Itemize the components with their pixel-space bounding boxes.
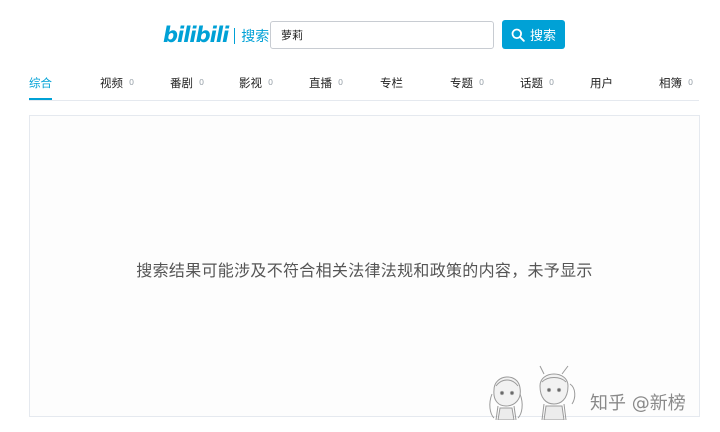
logo-divider (234, 28, 236, 44)
tab-count: 0 (268, 78, 274, 87)
tab-video[interactable]: 视频 0 (100, 66, 134, 99)
bilibili-search-logo[interactable]: bilibili 搜索 (163, 24, 269, 46)
tab-label: 专题 (450, 75, 473, 90)
tab-label: 用户 (590, 75, 613, 90)
search-input[interactable] (271, 22, 493, 48)
tab-film[interactable]: 影视 0 (239, 66, 273, 99)
zhihu-watermark: 知乎 @新榜 (590, 393, 686, 414)
header: bilibili 搜索 搜索 (0, 0, 720, 62)
tab-topic[interactable]: 话题 0 (520, 66, 554, 99)
search-button[interactable]: 搜索 (502, 20, 565, 49)
tab-count: 0 (129, 78, 135, 87)
tab-count: 0 (338, 78, 344, 87)
tab-all[interactable]: 综合 (29, 66, 52, 100)
tab-label: 相簿 (659, 75, 682, 90)
tab-album[interactable]: 相簿 0 (659, 66, 693, 99)
logo-search-label: 搜索 (241, 29, 270, 45)
search-tabs: 综合 视频 0 番剧 0 影视 0 直播 0 专栏 专题 0 话题 0 用户 相簿 0 (29, 66, 699, 101)
tab-label: 番剧 (170, 75, 193, 90)
tab-special[interactable]: 专题 0 (450, 66, 484, 99)
tab-count: 0 (199, 78, 205, 87)
search-button-label: 搜索 (529, 29, 556, 44)
tab-user[interactable]: 用户 (590, 66, 613, 99)
bilibili-logo: bilibili (163, 23, 229, 47)
tab-label: 直播 (309, 75, 332, 90)
tab-label: 综合 (29, 75, 52, 90)
mascot-illustration (489, 365, 576, 420)
tab-count: 0 (479, 78, 485, 87)
tab-label: 话题 (520, 75, 543, 90)
tab-article[interactable]: 专栏 (380, 66, 403, 99)
search-box[interactable] (270, 21, 494, 49)
tab-count: 0 (549, 78, 555, 87)
search-icon (511, 28, 525, 42)
tab-live[interactable]: 直播 0 (309, 66, 343, 99)
tab-label: 专栏 (380, 75, 403, 90)
tab-count: 0 (688, 78, 694, 87)
tab-bangumi[interactable]: 番剧 0 (170, 66, 204, 99)
tab-label: 视频 (100, 75, 123, 90)
content-hidden-notice: 搜索结果可能涉及不符合相关法律法规和政策的内容，未予显示 (136, 261, 593, 280)
search-results-panel: 搜索结果可能涉及不符合相关法律法规和政策的内容，未予显示 (29, 115, 700, 417)
tab-label: 影视 (239, 75, 262, 90)
